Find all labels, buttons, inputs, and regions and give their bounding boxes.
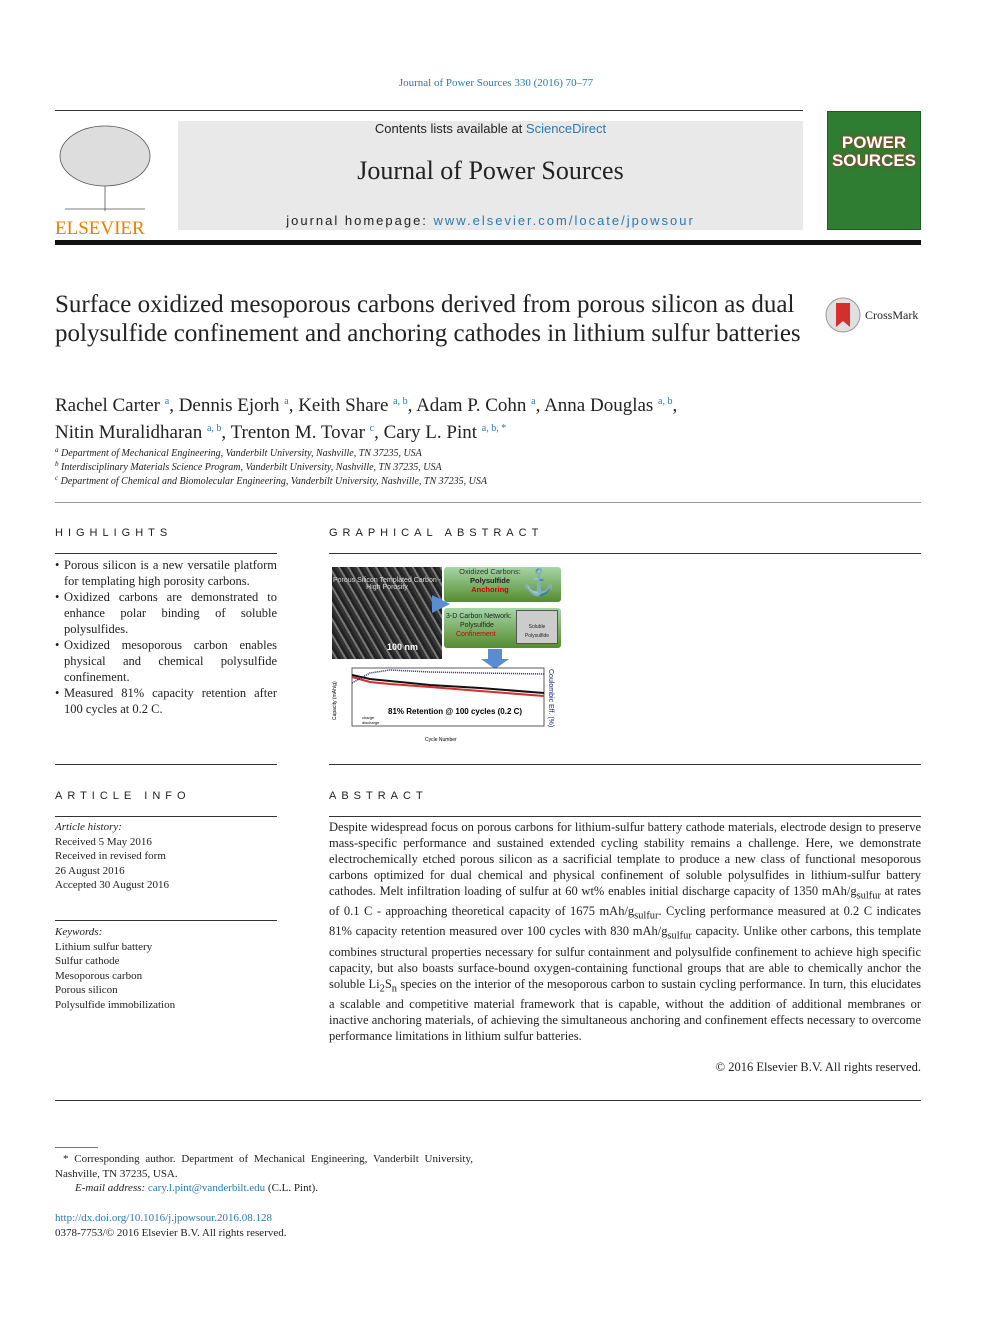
abstract-heading: ABSTRACT — [329, 790, 428, 802]
divider — [329, 764, 921, 765]
highlight-item: Measured 81% capacity retention after 10… — [55, 685, 277, 717]
article-info-heading: ARTICLE INFO — [55, 790, 191, 802]
author[interactable]: Rachel Carter a — [55, 395, 169, 416]
anchoring-box: Oxidized Carbons: Polysulfide Anchoring ⚓ — [444, 567, 561, 602]
highlight-item: Oxidized carbons are demonstrated to enh… — [55, 589, 277, 637]
plot-frame — [351, 667, 545, 727]
divider — [329, 816, 921, 817]
arrow-icon — [488, 649, 502, 659]
journal-cover: POWER SOURCES — [827, 111, 921, 230]
email-link[interactable]: cary.l.pint@vanderbilt.edu — [148, 1182, 265, 1194]
highlight-item: Oxidized mesoporous carbon enables physi… — [55, 637, 277, 685]
cover-title: POWER SOURCES — [831, 133, 917, 170]
author[interactable]: Adam P. Cohn a — [416, 395, 536, 416]
corresponding-author-note: * Corresponding author. Department of Me… — [55, 1153, 473, 1180]
article-history: Article history: Received 5 May 2016 Rece… — [55, 821, 169, 891]
y2-axis-label: Coulombic Eff. (%) — [547, 669, 554, 727]
divider — [55, 110, 803, 111]
homepage-link[interactable]: www.elsevier.com/locate/jpowsour — [434, 213, 695, 228]
contents-prefix: Contents lists available at — [374, 121, 526, 136]
elsevier-wordmark: ELSEVIER — [55, 218, 145, 239]
sem-image: Porous Silicon Templated Carbon - High P… — [332, 567, 442, 659]
graphical-abstract-heading: GRAPHICAL ABSTRACT — [329, 527, 544, 539]
highlights-heading: HIGHLIGHTS — [55, 527, 173, 539]
author[interactable]: Keith Share a, b — [298, 395, 407, 416]
highlights-list: Porous silicon is a new versatile platfo… — [55, 557, 277, 717]
journal-ref-link[interactable]: Journal of Power Sources 330 (2016) 70–7… — [399, 77, 593, 89]
divider — [55, 764, 277, 765]
cage-icon: Soluble Polysulfide — [516, 610, 558, 644]
doi[interactable]: http://dx.doi.org/10.1016/j.jpowsour.201… — [55, 1211, 272, 1226]
divider — [55, 502, 921, 503]
highlight-item: Porous silicon is a new versatile platfo… — [55, 557, 277, 589]
legend-discharge: discharge — [362, 720, 380, 725]
elsevier-logo: ELSEVIER — [55, 121, 155, 238]
header-bar — [55, 240, 921, 245]
email-line: E-mail address: cary.l.pint@vanderbilt.e… — [75, 1182, 319, 1194]
abstract-text: Despite widespread focus on porous carbo… — [329, 820, 922, 1043]
divider — [55, 920, 277, 921]
affiliation: c Department of Chemical and Biomolecula… — [55, 474, 487, 487]
graphical-abstract-figure: Porous Silicon Templated Carbon - High P… — [330, 565, 563, 743]
divider — [55, 816, 277, 817]
author-list: Rachel Carter a, Dennis Ejorh a, Keith S… — [55, 395, 678, 443]
sciencedirect-link[interactable]: ScienceDirect — [526, 121, 606, 136]
homepage-prefix: journal homepage: — [286, 213, 434, 228]
keywords: Keywords: Lithium sulfur battery Sulfur c… — [55, 926, 176, 1011]
footnote-divider — [55, 1147, 98, 1148]
divider — [329, 553, 921, 554]
crossmark-icon — [825, 297, 861, 333]
crossmark-button[interactable]: CrossMark — [825, 297, 918, 333]
y-axis-label: Capacity (mAh/g) — [332, 681, 338, 720]
divider — [55, 553, 277, 554]
article-title: Surface oxidized mesoporous carbons deri… — [55, 291, 801, 347]
author[interactable]: Dennis Ejorh a — [179, 395, 289, 416]
issn: 0378-7753/© 2016 Elsevier B.V. All right… — [55, 1227, 287, 1239]
doi-link[interactable]: http://dx.doi.org/10.1016/j.jpowsour.201… — [55, 1212, 272, 1224]
homepage-line: journal homepage: www.elsevier.com/locat… — [178, 213, 803, 228]
journal-reference[interactable]: Journal of Power Sources 330 (2016) 70–7… — [0, 77, 992, 89]
divider — [55, 1100, 921, 1101]
plot-annotation: 81% Retention @ 100 cycles (0.2 C) — [388, 707, 522, 716]
copyright: © 2016 Elsevier B.V. All rights reserved… — [715, 1060, 921, 1074]
sem-label: Porous Silicon Templated Carbon - High P… — [332, 577, 442, 591]
cycling-plot: 81% Retention @ 100 cycles (0.2 C) Cycle… — [332, 667, 554, 743]
author[interactable]: Trenton M. Tovar c — [231, 422, 375, 443]
affiliation: a Department of Mechanical Engineering, … — [55, 446, 422, 459]
author[interactable]: Cary L. Pint a, b, * — [384, 422, 507, 443]
scale-label: 100 nm — [387, 642, 419, 652]
anchor-icon: ⚓ — [522, 567, 555, 597]
affiliation: b Interdisciplinary Materials Science Pr… — [55, 460, 442, 473]
crossmark-label: CrossMark — [865, 307, 919, 322]
author[interactable]: Anna Douglas a, b — [544, 395, 672, 416]
journal-title: Journal of Power Sources — [357, 156, 624, 185]
confinement-box: 3-D Carbon Network: Polysulfide Confinemen… — [444, 608, 561, 648]
x-axis-label: Cycle Number — [425, 737, 457, 743]
contents-line: Contents lists available at ScienceDirec… — [178, 121, 803, 136]
author[interactable]: Nitin Muralidharan a, b — [55, 422, 221, 443]
